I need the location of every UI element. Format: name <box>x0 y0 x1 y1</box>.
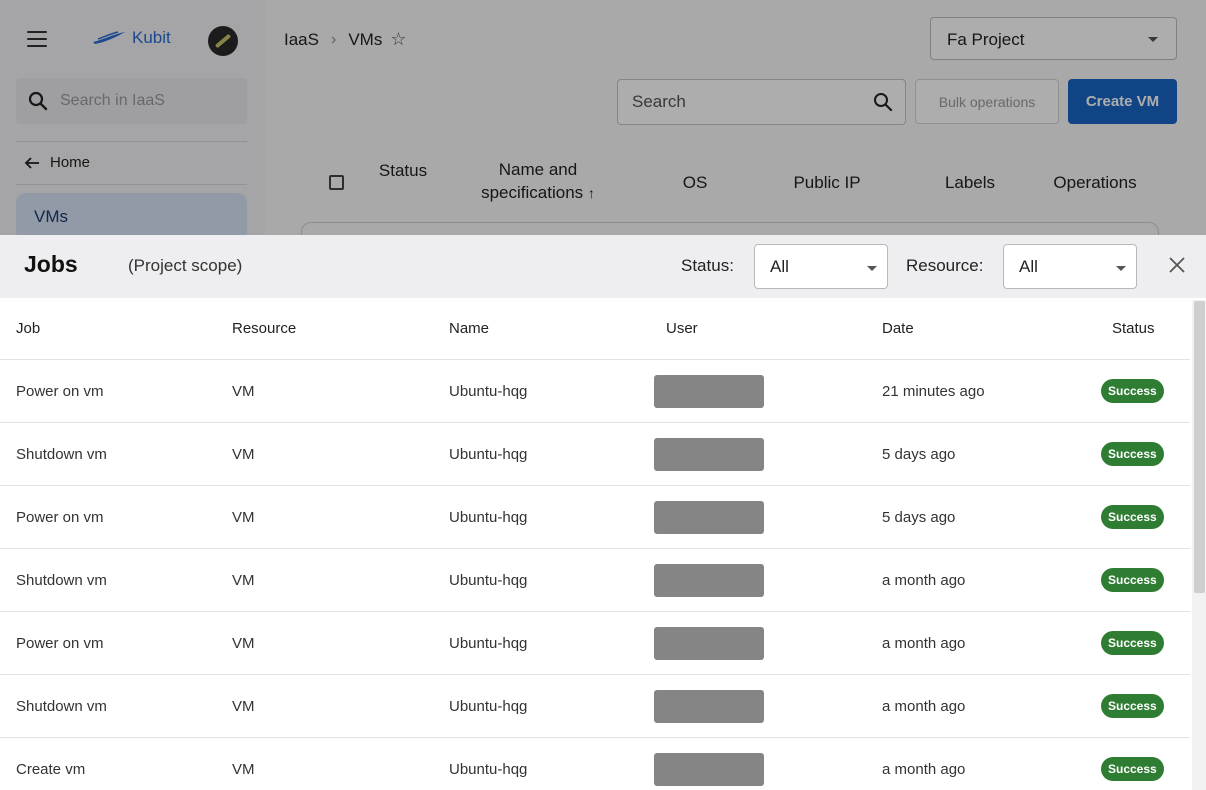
jobs-table: Job Resource Name User Date Status Power… <box>0 298 1190 790</box>
status-filter-label: Status: <box>681 256 734 275</box>
status-badge: Success <box>1101 757 1164 781</box>
user-cell <box>654 360 764 422</box>
status-badge: Success <box>1101 442 1164 466</box>
user-cell <box>654 612 764 674</box>
status-badge: Success <box>1101 379 1164 403</box>
col-date[interactable]: Date <box>882 298 914 359</box>
caret-down-icon <box>867 266 877 271</box>
status-badge: Success <box>1101 694 1164 718</box>
user-cell <box>654 486 764 548</box>
resource-cell: VM <box>232 634 255 652</box>
user-cell <box>654 423 764 485</box>
jobs-drawer: Jobs (Project scope) Status: All Resourc… <box>0 235 1206 790</box>
col-resource[interactable]: Resource <box>232 298 296 359</box>
redacted-user <box>654 626 764 660</box>
status-filter-select[interactable]: All <box>754 244 888 289</box>
status-badge: Success <box>1101 631 1164 655</box>
redacted-user <box>654 689 764 723</box>
redacted-user <box>654 374 764 408</box>
col-job[interactable]: Job <box>16 298 40 359</box>
user-cell <box>654 549 764 611</box>
date-cell: 5 days ago <box>882 445 956 463</box>
job-cell: Power on vm <box>16 508 104 526</box>
date-cell: 5 days ago <box>882 508 956 526</box>
jobs-title: Jobs <box>24 251 78 277</box>
scrollbar-thumb[interactable] <box>1194 301 1205 593</box>
name-cell: Ubuntu-hqg <box>449 445 528 463</box>
table-row[interactable]: Create vm VM Ubuntu-hqg a month ago Succ… <box>0 738 1190 790</box>
resource-cell: VM <box>232 697 255 715</box>
redacted-user <box>654 437 764 471</box>
caret-down-icon <box>1116 266 1126 271</box>
name-cell: Ubuntu-hqg <box>449 760 528 778</box>
resource-filter-value: All <box>1019 257 1038 276</box>
user-cell <box>654 675 764 737</box>
status-cell: Success <box>1101 360 1164 422</box>
status-cell: Success <box>1101 486 1164 548</box>
col-status[interactable]: Status <box>1112 298 1155 359</box>
name-cell: Ubuntu-hqg <box>449 697 528 715</box>
user-cell <box>654 738 764 790</box>
col-name[interactable]: Name <box>449 298 489 359</box>
job-cell: Shutdown vm <box>16 571 107 589</box>
date-cell: 21 minutes ago <box>882 382 985 400</box>
status-filter-value: All <box>770 257 789 276</box>
status-badge: Success <box>1101 568 1164 592</box>
job-cell: Power on vm <box>16 382 104 400</box>
jobs-header: Jobs (Project scope) Status: All Resourc… <box>0 235 1206 298</box>
name-cell: Ubuntu-hqg <box>449 508 528 526</box>
resource-filter-select[interactable]: All <box>1003 244 1137 289</box>
job-cell: Shutdown vm <box>16 445 107 463</box>
resource-cell: VM <box>232 382 255 400</box>
table-row[interactable]: Power on vm VM Ubuntu-hqg 21 minutes ago… <box>0 360 1190 423</box>
redacted-user <box>654 563 764 597</box>
status-badge: Success <box>1101 505 1164 529</box>
table-row[interactable]: Power on vm VM Ubuntu-hqg a month ago Su… <box>0 612 1190 675</box>
resource-cell: VM <box>232 508 255 526</box>
jobs-table-header: Job Resource Name User Date Status <box>0 298 1190 360</box>
date-cell: a month ago <box>882 634 966 652</box>
name-cell: Ubuntu-hqg <box>449 571 528 589</box>
resource-filter-label: Resource: <box>906 256 984 275</box>
status-cell: Success <box>1101 423 1164 485</box>
table-row[interactable]: Shutdown vm VM Ubuntu-hqg a month ago Su… <box>0 675 1190 738</box>
name-cell: Ubuntu-hqg <box>449 634 528 652</box>
close-icon[interactable] <box>1166 254 1188 276</box>
table-row[interactable]: Power on vm VM Ubuntu-hqg 5 days ago Suc… <box>0 486 1190 549</box>
status-cell: Success <box>1101 549 1164 611</box>
job-cell: Power on vm <box>16 634 104 652</box>
resource-cell: VM <box>232 445 255 463</box>
date-cell: a month ago <box>882 760 966 778</box>
status-cell: Success <box>1101 612 1164 674</box>
date-cell: a month ago <box>882 697 966 715</box>
table-row[interactable]: Shutdown vm VM Ubuntu-hqg 5 days ago Suc… <box>0 423 1190 486</box>
name-cell: Ubuntu-hqg <box>449 382 528 400</box>
jobs-scope: (Project scope) <box>128 256 243 275</box>
col-user[interactable]: User <box>666 298 698 359</box>
redacted-user <box>654 500 764 534</box>
resource-cell: VM <box>232 760 255 778</box>
resource-cell: VM <box>232 571 255 589</box>
date-cell: a month ago <box>882 571 966 589</box>
redacted-user <box>654 752 764 786</box>
status-cell: Success <box>1101 675 1164 737</box>
table-row[interactable]: Shutdown vm VM Ubuntu-hqg a month ago Su… <box>0 549 1190 612</box>
status-cell: Success <box>1101 738 1164 790</box>
job-cell: Create vm <box>16 760 86 778</box>
job-cell: Shutdown vm <box>16 697 107 715</box>
